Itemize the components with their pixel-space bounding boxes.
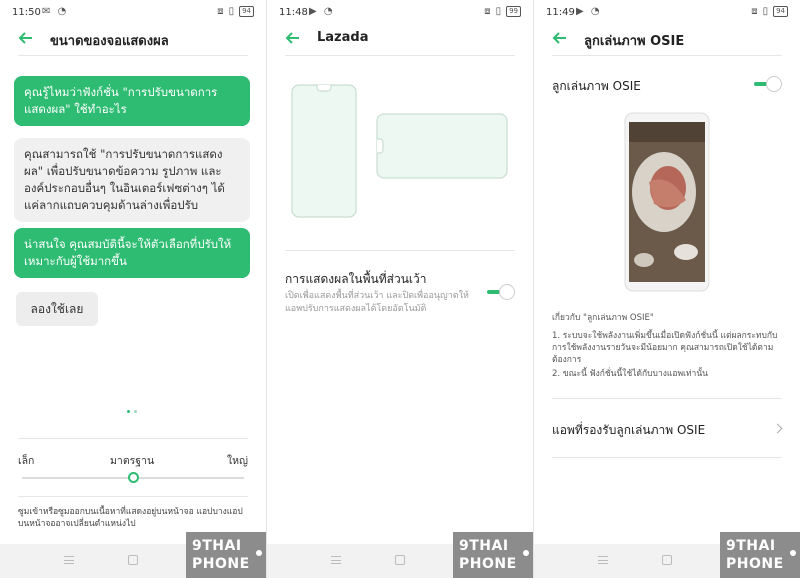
- notch-display-title: การแสดงผลในพื้นที่ส่วนเว้า: [285, 272, 427, 286]
- back-arrow-icon[interactable]: [18, 30, 34, 46]
- watermark-logo: 9THAI PHONE: [453, 532, 533, 578]
- page-title: ลูกเล่นภาพ OSIE: [584, 34, 685, 49]
- back-arrow-icon[interactable]: [552, 30, 568, 46]
- osie-about-point-2: 2. ขณะนี้ ฟังก์ชั่นนี้ใช้ได้กับบางแอพเท่…: [552, 369, 708, 379]
- screen-osie: 11:49 ▶ ◔ ⧈ ▯ 94 ลูกเล่นภาพ OSIE ลูกเล่น…: [534, 0, 800, 578]
- scale-note: ซูมเข้าหรือซูมออกบนเนื้อหาที่แสดงอยู่บนห…: [18, 507, 243, 529]
- status-bar: 11:50 ✉ ◔ ⧈ ▯ 94: [0, 0, 266, 26]
- chat-bubble-answer: คุณสามารถใช้ "การปรับขนาดการแสดงผล" เพื่…: [14, 138, 250, 222]
- header: ลูกเล่นภาพ OSIE: [534, 26, 800, 56]
- battery-icon: 99: [506, 6, 521, 17]
- status-notification-icons: ▶ ◔: [309, 6, 335, 17]
- scale-label-large: ใหญ่: [227, 455, 248, 467]
- osie-setting-title: ลูกเล่นภาพ OSIE: [552, 79, 641, 93]
- scale-label-small: เล็ก: [18, 455, 35, 467]
- screen-lazada: 11:48 ▶ ◔ ⧈ ▯ 99 Lazada การแสดงผลในพื้นท…: [267, 0, 533, 578]
- status-bar: 11:48 ▶ ◔ ⧈ ▯ 99: [267, 0, 533, 26]
- scale-divider: [18, 438, 248, 439]
- header-divider: [18, 55, 248, 56]
- page-title: Lazada: [317, 30, 369, 45]
- status-right-icons: ⧈ ▯ 94: [751, 6, 788, 17]
- status-time: 11:49: [546, 7, 575, 18]
- try-it-button[interactable]: ลองใช้เลย: [16, 292, 98, 326]
- recents-icon[interactable]: [331, 556, 341, 564]
- supported-apps-link[interactable]: แอพที่รองรับลูกเล่นภาพ OSIE: [552, 421, 705, 440]
- sim-icon: ▯: [228, 6, 235, 17]
- slider-thumb[interactable]: [127, 472, 139, 483]
- osie-about-point-1: 1. ระบบจะใช้พลังงานเพิ่มขึ้นเมื่อเปิดฟัง…: [552, 331, 778, 365]
- notch-display-description: เปิดเพื่อแสดงพื้นที่ส่วนเว้า และปิดเพื่อ…: [285, 291, 469, 314]
- status-time: 11:50: [12, 7, 41, 18]
- vibrate-icon: ⧈: [484, 6, 491, 17]
- status-right-icons: ⧈ ▯ 94: [217, 6, 254, 17]
- status-notification-icons: ▶ ◔: [576, 6, 602, 17]
- osie-toggle[interactable]: [754, 76, 782, 92]
- header: ขนาดของจอแสดงผล: [0, 26, 266, 56]
- notch-display-toggle[interactable]: [487, 284, 515, 300]
- battery-icon: 94: [773, 6, 788, 17]
- vibrate-icon: ⧈: [217, 6, 224, 17]
- recents-icon[interactable]: [598, 556, 608, 564]
- notch-phone-illustration: [291, 84, 508, 218]
- chat-bubble-question: คุณรู้ไหมว่าฟังก์ชั่น "การปรับขนาดการแสด…: [14, 76, 250, 126]
- status-right-icons: ⧈ ▯ 99: [484, 6, 521, 17]
- watermark-logo: 9THAI PHONE: [186, 532, 266, 578]
- section-divider: [285, 250, 515, 251]
- back-arrow-icon[interactable]: [285, 30, 301, 46]
- page-title: ขนาดของจอแสดงผล: [50, 34, 169, 49]
- chat-bubble-comment: น่าสนใจ คุณสมบัตินี้จะให้ตัวเลือกที่ปรับ…: [14, 228, 250, 278]
- scale-label-standard: มาตรฐาน: [110, 455, 155, 467]
- header-divider: [552, 55, 782, 56]
- osie-preview-phone: [624, 112, 710, 292]
- section-divider-bottom: [552, 457, 782, 458]
- recents-icon[interactable]: [64, 556, 74, 564]
- sim-icon: ▯: [762, 6, 769, 17]
- page-indicator: [127, 410, 137, 413]
- screen-display-size: 11:50 ✉ ◔ ⧈ ▯ 94 ขนาดของจอแสดงผล คุณรู้ไ…: [0, 0, 266, 578]
- status-notification-icons: ✉ ◔: [42, 6, 69, 17]
- header-divider: [285, 55, 515, 56]
- header: Lazada: [267, 26, 533, 56]
- home-icon[interactable]: [662, 555, 672, 565]
- battery-icon: 94: [239, 6, 254, 17]
- status-time: 11:48: [279, 7, 308, 18]
- home-icon[interactable]: [128, 555, 138, 565]
- status-bar: 11:49 ▶ ◔ ⧈ ▯ 94: [534, 0, 800, 26]
- sim-icon: ▯: [495, 6, 502, 17]
- vibrate-icon: ⧈: [751, 6, 758, 17]
- section-divider: [552, 398, 782, 399]
- osie-about-title: เกี่ยวกับ "ลูกเล่นภาพ OSIE": [552, 313, 654, 323]
- watermark-logo: 9THAI PHONE: [720, 532, 800, 578]
- home-icon[interactable]: [395, 555, 405, 565]
- note-divider: [18, 496, 248, 497]
- chevron-right-icon: [772, 423, 783, 434]
